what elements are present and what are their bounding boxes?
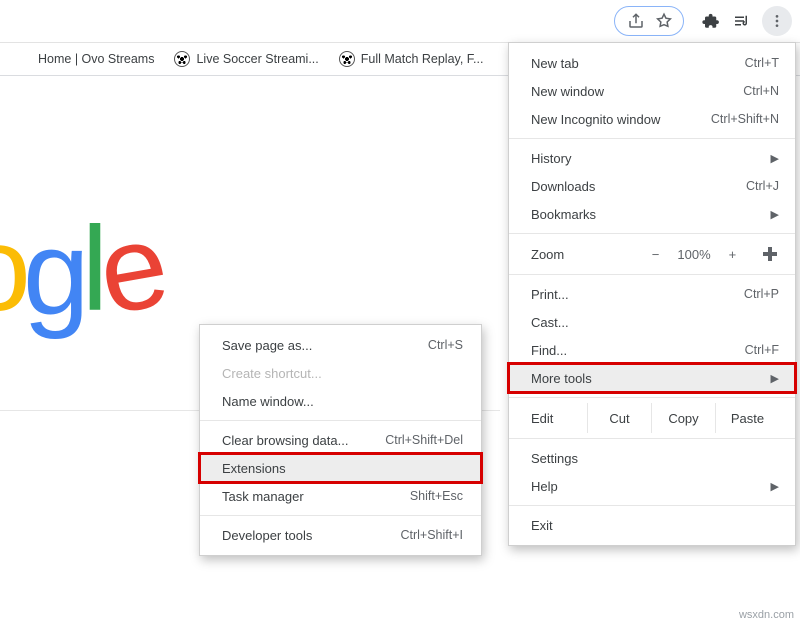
menu-downloads[interactable]: Downloads Ctrl+J — [509, 172, 795, 200]
submenu-create-shortcut: Create shortcut... — [200, 359, 481, 387]
menu-print[interactable]: Print... Ctrl+P — [509, 280, 795, 308]
star-icon[interactable] — [655, 12, 673, 30]
chevron-right-icon: ▶ — [771, 372, 779, 385]
menu-new-window[interactable]: New window Ctrl+N — [509, 77, 795, 105]
menu-find[interactable]: Find... Ctrl+F — [509, 336, 795, 364]
bookmark-label: Full Match Replay, F... — [361, 52, 484, 66]
submenu-extensions[interactable]: Extensions — [200, 454, 481, 482]
chevron-right-icon: ▶ — [771, 480, 779, 493]
submenu-clear-data[interactable]: Clear browsing data... Ctrl+Shift+Del — [200, 426, 481, 454]
menu-more-tools[interactable]: More tools ▶ — [509, 364, 795, 392]
watermark: wsxdn.com — [739, 609, 794, 621]
submenu-task-manager[interactable]: Task manager Shift+Esc — [200, 482, 481, 510]
zoom-out-button[interactable]: − — [652, 247, 660, 262]
page-icon — [16, 51, 32, 67]
menu-history[interactable]: History ▶ — [509, 144, 795, 172]
edit-copy-button[interactable]: Copy — [651, 403, 715, 433]
menu-cast[interactable]: Cast... — [509, 308, 795, 336]
menu-exit[interactable]: Exit — [509, 511, 795, 539]
zoom-level: 100% — [677, 247, 710, 262]
submenu-name-window[interactable]: Name window... — [200, 387, 481, 415]
share-icon[interactable] — [627, 12, 645, 30]
bookmark-label: Live Soccer Streami... — [196, 52, 318, 66]
google-logo: Google — [0, 200, 159, 338]
bookmark-label: Home | Ovo Streams — [38, 52, 154, 66]
bookmark-item[interactable]: Home | Ovo Streams — [8, 47, 162, 71]
menu-zoom: Zoom − 100% + — [509, 239, 795, 269]
media-control-icon[interactable] — [732, 12, 750, 30]
chevron-right-icon: ▶ — [771, 208, 779, 221]
soccer-icon — [174, 51, 190, 67]
zoom-in-button[interactable]: + — [729, 247, 737, 262]
extensions-puzzle-icon[interactable] — [702, 12, 720, 30]
browser-toolbar — [0, 0, 800, 42]
menu-bookmarks[interactable]: Bookmarks ▶ — [509, 200, 795, 228]
edit-cut-button[interactable]: Cut — [587, 403, 651, 433]
submenu-save-page[interactable]: Save page as... Ctrl+S — [200, 331, 481, 359]
menu-edit-row: Edit Cut Copy Paste — [509, 403, 795, 433]
chrome-main-menu: New tab Ctrl+T New window Ctrl+N New Inc… — [508, 42, 796, 546]
chevron-right-icon: ▶ — [771, 152, 779, 165]
soccer-icon — [339, 51, 355, 67]
menu-incognito[interactable]: New Incognito window Ctrl+Shift+N — [509, 105, 795, 133]
more-tools-submenu: Save page as... Ctrl+S Create shortcut..… — [199, 324, 482, 556]
bookmark-item[interactable]: Full Match Replay, F... — [331, 47, 492, 71]
menu-new-tab[interactable]: New tab Ctrl+T — [509, 49, 795, 77]
bookmark-item[interactable]: Live Soccer Streami... — [166, 47, 326, 71]
omnibox-actions — [614, 6, 684, 36]
edit-paste-button[interactable]: Paste — [715, 403, 779, 433]
menu-settings[interactable]: Settings — [509, 444, 795, 472]
menu-help[interactable]: Help ▶ — [509, 472, 795, 500]
chrome-menu-button[interactable] — [762, 6, 792, 36]
submenu-developer-tools[interactable]: Developer tools Ctrl+Shift+I — [200, 521, 481, 549]
